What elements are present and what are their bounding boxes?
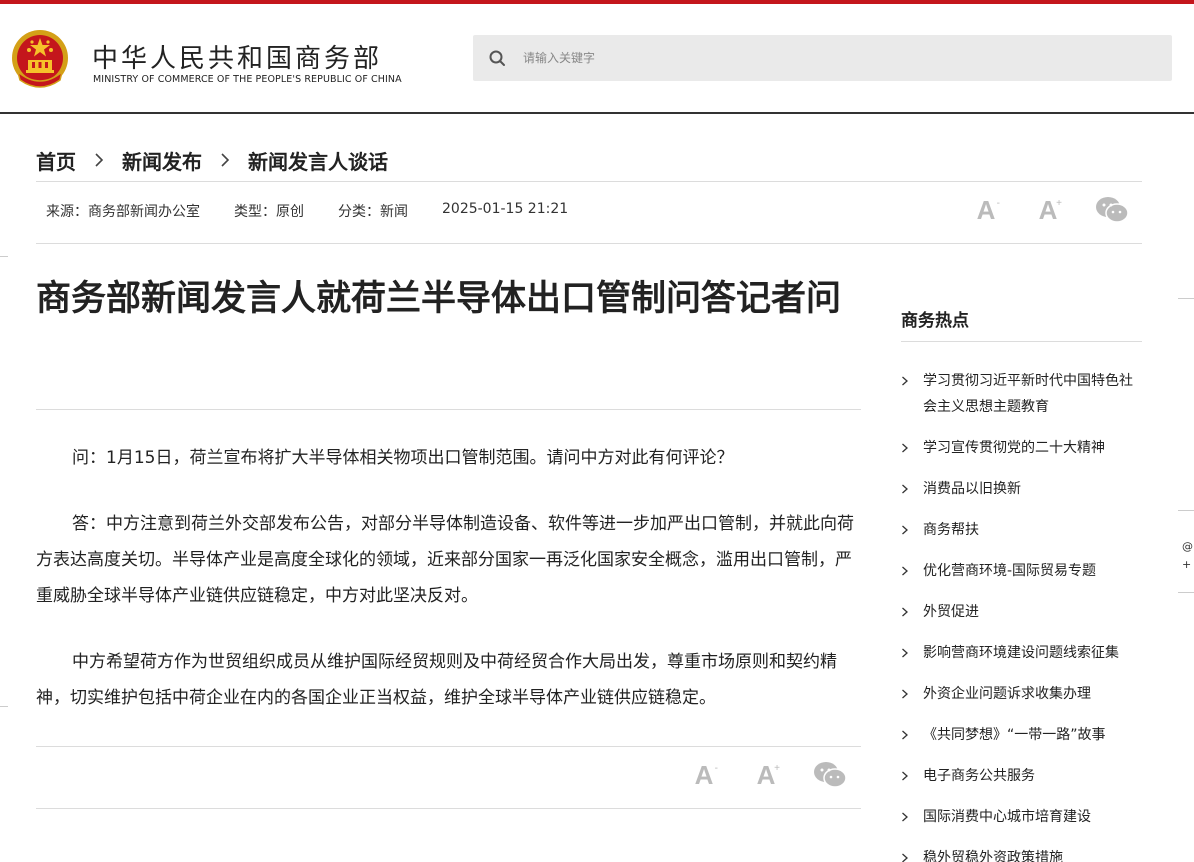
sidebar-item-label: 外贸促进 [923, 604, 979, 620]
sidebar-item[interactable]: 外资企业问题诉求收集办理 [901, 681, 1141, 707]
edge-text: @ [1182, 540, 1193, 553]
site-header: 中华人民共和国商务部 MINISTRY OF COMMERCE OF THE P… [0, 4, 1194, 114]
sidebar-item[interactable]: 影响营商环境建设问题线索征集 [901, 640, 1141, 666]
font-decrease-label: A [976, 194, 996, 225]
divider [36, 409, 861, 410]
divider [901, 341, 1142, 342]
plus-sign: + [1056, 198, 1062, 209]
search-input[interactable] [523, 35, 1143, 81]
sidebar-hot-topics-list: 学习贯彻习近平新时代中国特色社会主义思想主题教育学习宣传贯彻党的二十大精神 消费品… [901, 368, 1141, 862]
sidebar-item[interactable]: 商务帮扶 [901, 517, 1141, 543]
minus-sign: - [996, 198, 1000, 209]
article-paragraph: 中方希望荷方作为世贸组织成员从维护国际经贸规则及中荷经贸合作大局出发，尊重市场原… [36, 652, 837, 708]
plus-sign: + [774, 763, 780, 774]
breadcrumb-spokesperson-remarks[interactable]: 新闻发言人谈话 [248, 146, 388, 175]
divider [36, 243, 1142, 244]
meta-type: 类型：原创 [234, 204, 304, 220]
font-increase-label: A [1038, 194, 1058, 225]
article-meta: 来源：商务部新闻办公室 类型：原创 分类：新闻 2025-01-15 21:21 [46, 201, 602, 221]
wechat-icon [1096, 197, 1129, 223]
breadcrumb-home[interactable]: 首页 [36, 146, 76, 175]
chevron-right-icon [902, 525, 908, 535]
chevron-right-icon [902, 648, 908, 658]
font-increase-button[interactable]: A + [746, 757, 786, 793]
chevron-right-icon [902, 853, 908, 862]
article-tools-top: A- A + [966, 192, 1132, 228]
divider [36, 181, 1142, 182]
wechat-icon [814, 762, 847, 788]
sidebar-item[interactable]: 消费品以旧换新 [901, 476, 1141, 502]
chevron-right-icon [76, 150, 122, 170]
sidebar-item[interactable]: 《共同梦想》“一带一路”故事 [901, 722, 1141, 748]
sidebar-item-label: 国际消费中心城市培育建设 [923, 809, 1091, 825]
chevron-right-icon [902, 812, 908, 822]
right-edge-divider [1178, 592, 1194, 593]
sidebar-item-label: 学习贯彻习近平新时代中国特色社会主义思想主题教育 [923, 373, 1133, 415]
chevron-right-icon [902, 443, 908, 453]
breadcrumb-news-release[interactable]: 新闻发布 [122, 146, 202, 175]
sidebar-item[interactable]: 学习贯彻习近平新时代中国特色社会主义思想主题教育 [901, 368, 1141, 420]
font-decrease-button[interactable]: A- [966, 192, 1006, 228]
font-decrease-label: A [694, 759, 714, 790]
national-emblem-icon[interactable] [10, 28, 70, 92]
chevron-right-icon [902, 689, 908, 699]
wechat-share-button[interactable] [810, 757, 850, 793]
sidebar-item-label: 商务帮扶 [923, 522, 979, 538]
sidebar-item[interactable]: 学习宣传贯彻党的二十大精神 [901, 435, 1141, 461]
sidebar-item[interactable]: 电子商务公共服务 [901, 763, 1141, 789]
edge-text: + [1182, 558, 1192, 571]
chevron-right-icon [902, 730, 908, 740]
sidebar-item-label: 影响营商环境建设问题线索征集 [923, 645, 1119, 661]
divider [36, 746, 861, 747]
sidebar-item-label: 优化营商环境-国际贸易专题 [923, 563, 1097, 579]
sidebar-item[interactable]: 外贸促进 [901, 599, 1141, 625]
sidebar-item-label: 消费品以旧换新 [923, 481, 1021, 497]
meta-category: 分类：新闻 [338, 204, 408, 220]
minus-sign: - [714, 763, 718, 774]
article-paragraph: 答：中方注意到荷兰外交部发布公告，对部分半导体制造设备、软件等进一步加严出口管制… [36, 514, 854, 606]
breadcrumb: 首页 新闻发布 新闻发言人谈话 [36, 145, 388, 175]
left-edge-divider [0, 256, 8, 257]
sidebar-item-label: 电子商务公共服务 [923, 768, 1035, 784]
sidebar-title: 商务热点 [901, 311, 969, 331]
wechat-share-button[interactable] [1092, 192, 1132, 228]
chevron-right-icon [902, 566, 908, 576]
chevron-right-icon [202, 150, 248, 170]
right-edge-divider [1178, 510, 1194, 511]
sidebar-item-label: 学习宣传贯彻党的二十大精神 [923, 440, 1105, 456]
sidebar-item[interactable]: 稳外贸稳外资政策措施 [901, 845, 1141, 862]
site-title-english: MINISTRY OF COMMERCE OF THE PEOPLE'S REP… [93, 74, 402, 85]
sidebar-item[interactable]: 国际消费中心城市培育建设 [901, 804, 1141, 830]
chevron-right-icon [902, 376, 908, 386]
left-edge-divider [0, 706, 8, 707]
article-title: 商务部新闻发言人就荷兰半导体出口管制问答记者问 [36, 279, 842, 319]
sidebar-item-label: 《共同梦想》“一带一路”故事 [923, 727, 1106, 743]
sidebar-item-label: 稳外贸稳外资政策措施 [923, 850, 1063, 862]
sidebar-item[interactable]: 优化营商环境-国际贸易专题 [901, 558, 1141, 584]
sidebar-item-label: 外资企业问题诉求收集办理 [923, 686, 1091, 702]
font-increase-button[interactable]: A + [1028, 192, 1068, 228]
chevron-right-icon [902, 484, 908, 494]
chevron-right-icon [902, 771, 908, 781]
chevron-right-icon [902, 607, 908, 617]
right-edge-divider [1178, 298, 1194, 299]
meta-source: 来源：商务部新闻办公室 [46, 204, 200, 220]
font-decrease-button[interactable]: A- [684, 757, 724, 793]
article-tools-bottom: A- A + [684, 757, 850, 793]
divider [36, 808, 861, 809]
meta-datetime: 2025-01-15 21:21 [442, 201, 569, 217]
article-paragraph: 问：1月15日，荷兰宣布将扩大半导体相关物项出口管制范围。请问中方对此有何评论？ [72, 448, 734, 468]
font-increase-label: A [756, 759, 776, 790]
search-box [473, 35, 1172, 81]
search-icon[interactable] [487, 48, 507, 68]
site-title-chinese[interactable]: 中华人民共和国商务部 [92, 38, 382, 75]
